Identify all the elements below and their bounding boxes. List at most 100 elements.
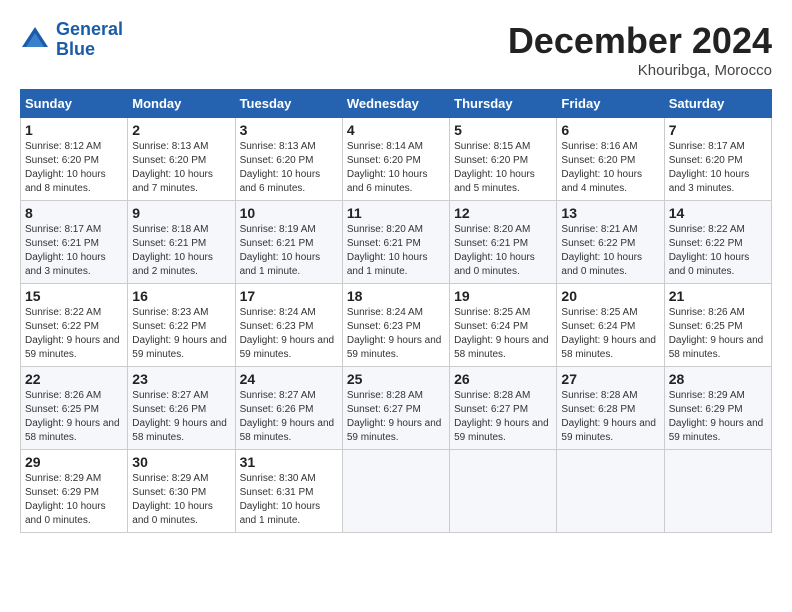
day-info: Sunrise: 8:29 AMSunset: 6:30 PMDaylight:… — [132, 472, 230, 528]
day-info: Sunrise: 8:19 AMSunset: 6:21 PMDaylight:… — [240, 223, 338, 279]
day-info: Sunrise: 8:26 AMSunset: 6:25 PMDaylight:… — [25, 389, 123, 445]
calendar-cell — [664, 450, 771, 533]
weekday-header-row: SundayMondayTuesdayWednesdayThursdayFrid… — [21, 90, 772, 118]
month-title: December 2024 — [508, 20, 772, 62]
calendar-cell: 10 Sunrise: 8:19 AMSunset: 6:21 PMDayligh… — [235, 201, 342, 284]
calendar-cell: 11 Sunrise: 8:20 AMSunset: 6:21 PMDayligh… — [342, 201, 449, 284]
day-number: 1 — [25, 122, 123, 138]
logo-line1: General — [56, 19, 123, 39]
day-number: 17 — [240, 288, 338, 304]
calendar-cell — [450, 450, 557, 533]
day-number: 21 — [669, 288, 767, 304]
day-number: 31 — [240, 454, 338, 470]
day-info: Sunrise: 8:21 AMSunset: 6:22 PMDaylight:… — [561, 223, 659, 279]
logo-line2: Blue — [56, 39, 95, 59]
day-number: 30 — [132, 454, 230, 470]
calendar-cell: 7 Sunrise: 8:17 AMSunset: 6:20 PMDaylight… — [664, 118, 771, 201]
day-info: Sunrise: 8:25 AMSunset: 6:24 PMDaylight:… — [454, 306, 552, 362]
day-info: Sunrise: 8:27 AMSunset: 6:26 PMDaylight:… — [132, 389, 230, 445]
day-info: Sunrise: 8:12 AMSunset: 6:20 PMDaylight:… — [25, 140, 123, 196]
calendar-cell — [342, 450, 449, 533]
day-number: 29 — [25, 454, 123, 470]
day-number: 4 — [347, 122, 445, 138]
day-info: Sunrise: 8:27 AMSunset: 6:26 PMDaylight:… — [240, 389, 338, 445]
calendar-table: SundayMondayTuesdayWednesdayThursdayFrid… — [20, 89, 772, 533]
day-number: 2 — [132, 122, 230, 138]
calendar-cell: 2Sunrise: 8:13 AMSunset: 6:20 PMDaylight… — [128, 118, 235, 201]
calendar-cell: 5 Sunrise: 8:15 AMSunset: 6:20 PMDaylight… — [450, 118, 557, 201]
day-info: Sunrise: 8:13 AMSunset: 6:20 PMDaylight:… — [240, 140, 338, 196]
weekday-header: Tuesday — [235, 90, 342, 118]
day-info: Sunrise: 8:28 AMSunset: 6:28 PMDaylight:… — [561, 389, 659, 445]
page-header: General Blue December 2024 Khouribga, Mo… — [20, 20, 772, 79]
calendar-cell: 16 Sunrise: 8:23 AMSunset: 6:22 PMDayligh… — [128, 284, 235, 367]
day-info: Sunrise: 8:22 AMSunset: 6:22 PMDaylight:… — [25, 306, 123, 362]
day-info: Sunrise: 8:17 AMSunset: 6:21 PMDaylight:… — [25, 223, 123, 279]
day-info: Sunrise: 8:20 AMSunset: 6:21 PMDaylight:… — [454, 223, 552, 279]
day-number: 25 — [347, 371, 445, 387]
calendar-week-row: 22 Sunrise: 8:26 AMSunset: 6:25 PMDayligh… — [21, 367, 772, 450]
calendar-cell: 23Sunrise: 8:27 AMSunset: 6:26 PMDayligh… — [128, 367, 235, 450]
calendar-cell: 17Sunrise: 8:24 AMSunset: 6:23 PMDayligh… — [235, 284, 342, 367]
day-info: Sunrise: 8:30 AMSunset: 6:31 PMDaylight:… — [240, 472, 338, 528]
location: Khouribga, Morocco — [508, 62, 772, 79]
logo: General Blue — [20, 20, 123, 60]
day-info: Sunrise: 8:20 AMSunset: 6:21 PMDaylight:… — [347, 223, 445, 279]
weekday-header: Wednesday — [342, 90, 449, 118]
calendar-cell: 9Sunrise: 8:18 AMSunset: 6:21 PMDaylight… — [128, 201, 235, 284]
calendar-cell: 19 Sunrise: 8:25 AMSunset: 6:24 PMDayligh… — [450, 284, 557, 367]
calendar-cell: 13 Sunrise: 8:21 AMSunset: 6:22 PMDayligh… — [557, 201, 664, 284]
day-info: Sunrise: 8:26 AMSunset: 6:25 PMDaylight:… — [669, 306, 767, 362]
calendar-cell: 8Sunrise: 8:17 AMSunset: 6:21 PMDaylight… — [21, 201, 128, 284]
calendar-cell: 31 Sunrise: 8:30 AMSunset: 6:31 PMDayligh… — [235, 450, 342, 533]
weekday-header: Friday — [557, 90, 664, 118]
title-block: December 2024 Khouribga, Morocco — [508, 20, 772, 79]
weekday-header: Thursday — [450, 90, 557, 118]
day-number: 19 — [454, 288, 552, 304]
calendar-cell: 15 Sunrise: 8:22 AMSunset: 6:22 PMDayligh… — [21, 284, 128, 367]
day-number: 18 — [347, 288, 445, 304]
calendar-cell: 24Sunrise: 8:27 AMSunset: 6:26 PMDayligh… — [235, 367, 342, 450]
day-info: Sunrise: 8:17 AMSunset: 6:20 PMDaylight:… — [669, 140, 767, 196]
day-info: Sunrise: 8:28 AMSunset: 6:27 PMDaylight:… — [454, 389, 552, 445]
calendar-cell: 30 Sunrise: 8:29 AMSunset: 6:30 PMDayligh… — [128, 450, 235, 533]
calendar-week-row: 29Sunrise: 8:29 AMSunset: 6:29 PMDayligh… — [21, 450, 772, 533]
day-info: Sunrise: 8:23 AMSunset: 6:22 PMDaylight:… — [132, 306, 230, 362]
weekday-header: Saturday — [664, 90, 771, 118]
calendar-cell: 14Sunrise: 8:22 AMSunset: 6:22 PMDayligh… — [664, 201, 771, 284]
day-number: 7 — [669, 122, 767, 138]
calendar-cell: 20Sunrise: 8:25 AMSunset: 6:24 PMDayligh… — [557, 284, 664, 367]
day-info: Sunrise: 8:15 AMSunset: 6:20 PMDaylight:… — [454, 140, 552, 196]
calendar-cell: 21 Sunrise: 8:26 AMSunset: 6:25 PMDayligh… — [664, 284, 771, 367]
day-info: Sunrise: 8:14 AMSunset: 6:20 PMDaylight:… — [347, 140, 445, 196]
day-number: 26 — [454, 371, 552, 387]
day-number: 10 — [240, 205, 338, 221]
calendar-cell: 4 Sunrise: 8:14 AMSunset: 6:20 PMDaylight… — [342, 118, 449, 201]
day-number: 13 — [561, 205, 659, 221]
day-number: 3 — [240, 122, 338, 138]
day-number: 9 — [132, 205, 230, 221]
day-number: 20 — [561, 288, 659, 304]
calendar-week-row: 8Sunrise: 8:17 AMSunset: 6:21 PMDaylight… — [21, 201, 772, 284]
calendar-cell: 29Sunrise: 8:29 AMSunset: 6:29 PMDayligh… — [21, 450, 128, 533]
weekday-header: Monday — [128, 90, 235, 118]
day-info: Sunrise: 8:24 AMSunset: 6:23 PMDaylight:… — [347, 306, 445, 362]
weekday-header: Sunday — [21, 90, 128, 118]
day-number: 11 — [347, 205, 445, 221]
day-number: 6 — [561, 122, 659, 138]
calendar-cell: 12 Sunrise: 8:20 AMSunset: 6:21 PMDayligh… — [450, 201, 557, 284]
calendar-cell: 22 Sunrise: 8:26 AMSunset: 6:25 PMDayligh… — [21, 367, 128, 450]
day-number: 14 — [669, 205, 767, 221]
day-number: 28 — [669, 371, 767, 387]
day-number: 22 — [25, 371, 123, 387]
day-info: Sunrise: 8:29 AMSunset: 6:29 PMDaylight:… — [669, 389, 767, 445]
calendar-cell — [557, 450, 664, 533]
logo-icon — [20, 25, 50, 55]
calendar-cell: 6Sunrise: 8:16 AMSunset: 6:20 PMDaylight… — [557, 118, 664, 201]
calendar-cell: 27Sunrise: 8:28 AMSunset: 6:28 PMDayligh… — [557, 367, 664, 450]
day-number: 5 — [454, 122, 552, 138]
day-number: 15 — [25, 288, 123, 304]
calendar-cell: 18 Sunrise: 8:24 AMSunset: 6:23 PMDayligh… — [342, 284, 449, 367]
day-number: 12 — [454, 205, 552, 221]
day-number: 16 — [132, 288, 230, 304]
